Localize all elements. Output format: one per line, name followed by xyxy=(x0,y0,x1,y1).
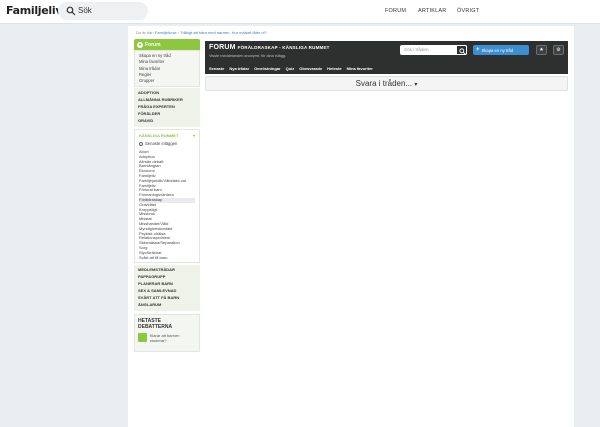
latest-posts-label: Senaste inläggen xyxy=(145,141,178,147)
tab-nya-tradar[interactable]: Nya trådar xyxy=(229,66,249,71)
page-container: Du är här: Familjeliv.se › Tråkigt att b… xyxy=(128,26,574,427)
forum-search-button[interactable] xyxy=(456,45,467,55)
chevron-down-icon: ▾ xyxy=(414,82,418,88)
sidebar-link[interactable]: Grupper xyxy=(139,78,195,84)
breadcrumb: Du är här: Familjeliv.se › Tråkigt att b… xyxy=(136,30,267,35)
forum-menu-label: Forum xyxy=(145,41,161,48)
tab-obesvarade[interactable]: Obesvarade xyxy=(299,66,322,71)
forum-search-input[interactable]: Sök i tråden xyxy=(404,47,429,52)
sidebar-category[interactable]: ÄNGLARUM xyxy=(138,302,196,309)
sidebar-category[interactable]: FRÅGA EXPERTEN xyxy=(138,104,196,111)
search-input[interactable]: Sök xyxy=(78,6,92,15)
user-icon xyxy=(138,332,147,342)
sidebar-category[interactable]: SEX & SAMLEVNAD xyxy=(138,288,196,295)
tab-mina-favoriter[interactable]: Mina favoriter xyxy=(347,66,373,71)
sidebar-category[interactable]: MEDLEMSTRÅDAR xyxy=(138,267,196,274)
star-icon: ★ xyxy=(539,47,544,53)
sidebar-section: KÄNSLIGA RUMMET ▾ Senaste inläggen Abort… xyxy=(134,129,200,264)
tab-heteste[interactable]: Heteste xyxy=(327,66,341,71)
clock-icon xyxy=(139,141,143,146)
breadcrumb-thread[interactable]: Tråkigt att bära med barnen. Hur märket … xyxy=(180,30,267,35)
sidebar-subforum-list: Abort Adoption Allmän debatt Barnlängtan Eko… xyxy=(139,149,195,261)
tab-quiz[interactable]: Quiz xyxy=(286,66,295,71)
search-icon xyxy=(458,47,466,55)
sidebar-category[interactable]: ALLMÄNNA RUBRIKER xyxy=(138,97,196,104)
forum-icon: ● xyxy=(137,41,143,48)
gear-icon: ⚙ xyxy=(556,47,561,53)
top-bar: Familjeliv Sök FORUM ARTIKLAR ÖVRIGT xyxy=(0,0,600,24)
sidebar-category[interactable]: SVÅRT ATT FÅ BARN xyxy=(138,295,196,302)
hottest-debates-title: HETASTE DEBATTERNA xyxy=(135,315,199,330)
sidebar-category[interactable]: GRAVID xyxy=(138,118,196,125)
breadcrumb-prefix: Du är här: xyxy=(136,30,154,35)
breadcrumb-sep: › xyxy=(177,30,180,35)
nav-forum[interactable]: FORUM xyxy=(385,8,406,14)
sidebar-categories-bottom: MEDLEMSTRÅDAR PAPPAGRUPP PLANERAR BARN S… xyxy=(134,265,200,311)
latest-posts-link[interactable]: Senaste inläggen xyxy=(139,141,195,146)
forum-search[interactable]: Sök i tråden xyxy=(400,45,467,55)
search-icon xyxy=(66,6,76,16)
sidebar: ● Forum Skapa en ny tråd Mina favoriter … xyxy=(134,39,200,352)
sidebar-section-header[interactable]: KÄNSLIGA RUMMET ▾ xyxy=(139,133,195,138)
nav-ovrigt[interactable]: ÖVRIGT xyxy=(457,8,479,14)
hottest-debate-question: Klarar att barnen studerar? xyxy=(149,332,180,343)
forum-menu-button[interactable]: ● Forum xyxy=(134,39,200,50)
forum-tabs: Senaste Nya trådar Omröstningar Quiz Obe… xyxy=(209,66,373,71)
forum-title-main: FORUM xyxy=(209,44,236,51)
sidebar-section-title: KÄNSLIGA RUMMET xyxy=(139,133,179,139)
settings-button[interactable]: ⚙ xyxy=(553,45,564,55)
hottest-debates-box: HETASTE DEBATTERNA Klarar att barnen stu… xyxy=(134,313,200,352)
sidebar-links: Skapa en ny tråd Mina favoriter Mina trå… xyxy=(134,50,200,88)
hottest-debate-item[interactable]: Klarar att barnen studerar? xyxy=(135,330,199,346)
forum-tagline: Visste meddelanden anonymt, för dina inl… xyxy=(209,54,286,58)
tab-omrostningar[interactable]: Omröstningar xyxy=(254,66,280,71)
forum-subtitle: FÖRÄLDRASKAP - KÄNSLIGA RUMMET xyxy=(237,45,330,50)
site-search[interactable]: Sök xyxy=(58,2,148,20)
plus-icon: + xyxy=(476,47,480,53)
reply-label: Svara i tråden... xyxy=(355,79,413,88)
sidebar-subforum-item[interactable]: Svårt att få barn xyxy=(139,255,195,261)
sidebar-category[interactable]: PLANERAR BARN xyxy=(138,281,196,288)
new-thread-label: Skapa en ny tråd xyxy=(481,47,514,53)
sidebar-category[interactable]: FÖRÄLDER xyxy=(138,111,196,118)
reply-button[interactable]: Svara i tråden... ▾ xyxy=(205,76,568,91)
sidebar-category[interactable]: PAPPAGRUPP xyxy=(138,274,196,281)
sidebar-categories: ADOPTION ALLMÄNNA RUBRIKER FRÅGA EXPERTE… xyxy=(134,88,200,128)
forum-title: FORUM FÖRÄLDRASKAP - KÄNSLIGA RUMMET xyxy=(209,44,330,51)
tab-senaste[interactable]: Senaste xyxy=(209,66,224,71)
sidebar-category[interactable]: ADOPTION xyxy=(138,90,196,97)
favorite-button[interactable]: ★ xyxy=(536,45,547,55)
chevron-down-icon: ▾ xyxy=(192,133,195,139)
nav-artiklar[interactable]: ARTIKLAR xyxy=(418,8,446,14)
breadcrumb-home[interactable]: Familjeliv.se xyxy=(155,30,177,35)
new-thread-button[interactable]: + Skapa en ny tråd xyxy=(473,45,529,55)
site-logo[interactable]: Familjeliv xyxy=(6,4,63,17)
forum-header: FORUM FÖRÄLDRASKAP - KÄNSLIGA RUMMET Vis… xyxy=(205,41,568,74)
